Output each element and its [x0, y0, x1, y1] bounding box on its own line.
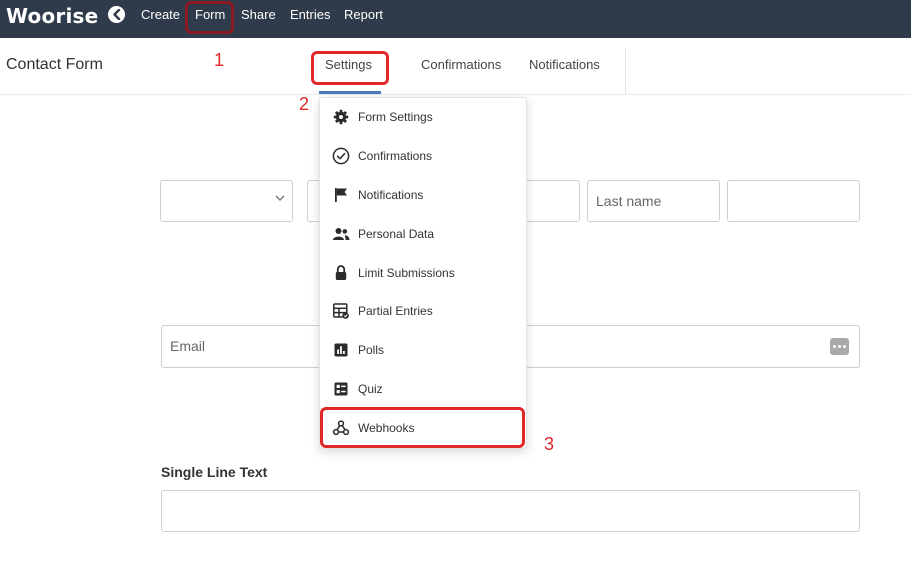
lock-icon — [335, 265, 347, 280]
quiz-icon — [334, 382, 348, 396]
menu-item-form-settings[interactable]: Form Settings — [320, 98, 526, 136]
nav-report[interactable]: Report — [344, 7, 383, 22]
tab-confirmations[interactable]: Confirmations — [421, 57, 501, 72]
menu-label-partial-entries: Partial Entries — [358, 304, 433, 318]
annotation-number-1: 1 — [214, 50, 225, 70]
menu-item-personal-data[interactable]: Personal Data — [320, 215, 526, 253]
back-arrow-icon[interactable] — [108, 6, 125, 23]
check-circle-icon — [332, 147, 350, 165]
menu-item-partial-entries[interactable]: Partial Entries — [320, 292, 526, 330]
menu-item-quiz[interactable]: Quiz — [320, 370, 526, 408]
gear-icon — [333, 109, 349, 125]
annotation-settings-highlight — [311, 51, 389, 85]
last-name-placeholder: Last name — [596, 193, 662, 209]
tab-notifications[interactable]: Notifications — [529, 57, 600, 72]
woorise-logo[interactable]: Woorise — [6, 4, 98, 28]
header-divider — [625, 48, 626, 95]
users-icon — [333, 228, 350, 240]
menu-label-personal-data: Personal Data — [358, 227, 435, 241]
menu-label-confirmations: Confirmations — [358, 149, 433, 163]
page-title: Contact Form — [6, 56, 103, 73]
annotation-number-3: 3 — [544, 434, 555, 454]
annotation-webhooks-highlight — [320, 407, 525, 448]
menu-item-notifications[interactable]: Notifications — [320, 176, 526, 214]
nav-entries[interactable]: Entries — [290, 7, 330, 22]
prefix-select[interactable] — [160, 180, 293, 222]
suffix-field[interactable] — [727, 180, 860, 222]
chevron-down-icon — [275, 195, 285, 201]
last-name-field[interactable]: Last name — [587, 180, 720, 222]
menu-label-polls: Polls — [358, 343, 385, 357]
flag-icon — [335, 188, 347, 202]
menu-item-confirmations[interactable]: Confirmations — [320, 137, 526, 175]
bar-chart-icon — [334, 343, 348, 357]
top-navbar: Woorise Create Form Share Entries Report — [0, 0, 911, 38]
settings-dropdown-menu: Form Settings Confirmations Notification… — [319, 97, 527, 449]
form-header: Contact Form Settings Confirmations Noti… — [0, 38, 911, 95]
menu-label-form-settings: Form Settings — [358, 110, 433, 124]
email-placeholder: Email — [170, 338, 206, 354]
menu-item-limit-submissions[interactable]: Limit Submissions — [320, 254, 526, 292]
annotation-form-highlight — [185, 1, 234, 34]
menu-item-polls[interactable]: Polls — [320, 331, 526, 369]
menu-label-limit-submissions: Limit Submissions — [358, 266, 455, 280]
menu-label-quiz: Quiz — [358, 382, 383, 396]
annotation-number-2: 2 — [299, 94, 310, 114]
menu-label-notifications: Notifications — [358, 188, 424, 202]
nav-share[interactable]: Share — [241, 7, 276, 22]
single-line-text-field[interactable] — [161, 490, 860, 532]
table-icon — [333, 303, 349, 319]
active-tab-indicator — [319, 91, 381, 94]
nav-create[interactable]: Create — [141, 7, 180, 22]
more-options-icon[interactable] — [830, 338, 849, 355]
single-line-text-label: Single Line Text — [161, 464, 268, 480]
